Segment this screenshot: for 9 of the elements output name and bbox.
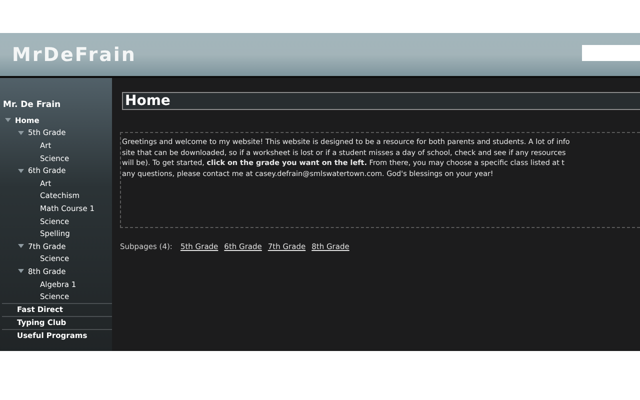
expand-triangle-icon[interactable] xyxy=(5,118,11,122)
expand-triangle-icon[interactable] xyxy=(18,130,24,135)
search-field[interactable] xyxy=(582,44,640,60)
sidebar-title: Mr. De Frain xyxy=(2,100,62,112)
site-title: MrDeFrain xyxy=(12,44,136,66)
expand-triangle-icon[interactable] xyxy=(18,244,24,248)
page-title: Home xyxy=(122,92,640,110)
expand-triangle-icon[interactable] xyxy=(18,168,24,173)
expand-triangle-icon[interactable] xyxy=(18,269,24,274)
